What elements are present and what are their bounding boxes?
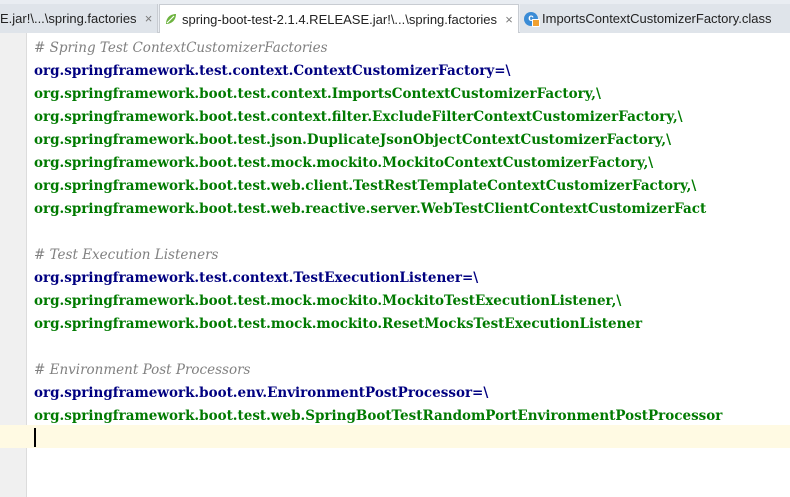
code-line[interactable]: org.springframework.boot.env.Environment… (34, 382, 722, 405)
code-line[interactable]: org.springframework.test.context.TestExe… (34, 267, 722, 290)
comment-line[interactable]: # Test Execution Listeners (34, 244, 722, 267)
code-line[interactable]: org.springframework.boot.test.context.fi… (34, 106, 722, 129)
code-line[interactable]: org.springframework.boot.test.mock.mocki… (34, 290, 722, 313)
close-icon[interactable]: × (503, 12, 515, 27)
blank-line[interactable] (34, 221, 722, 244)
spring-leaf-icon (166, 14, 176, 24)
code-line[interactable]: org.springframework.boot.test.web.reacti… (34, 198, 722, 221)
code-line[interactable]: org.springframework.boot.test.web.Spring… (34, 405, 722, 428)
code-line[interactable]: org.springframework.boot.test.web.client… (34, 175, 722, 198)
tab-imports-context-customizer-factory[interactable]: c ImportsContextCustomizerFactory.class (520, 4, 790, 33)
blank-line[interactable] (34, 428, 722, 451)
code-line[interactable]: org.springframework.test.context.Context… (34, 60, 722, 83)
code-line[interactable]: org.springframework.boot.test.context.Im… (34, 83, 722, 106)
tab-label: E.jar!\...\spring.factories (0, 11, 137, 26)
code-line[interactable]: org.springframework.boot.test.mock.mocki… (34, 152, 722, 175)
blank-line[interactable] (34, 336, 722, 359)
tab-label: ImportsContextCustomizerFactory.class (542, 11, 772, 26)
tab-spring-factories-active[interactable]: spring-boot-test-2.1.4.RELEASE.jar!\...\… (159, 4, 519, 33)
comment-line[interactable]: # Spring Test ContextCustomizerFactories (34, 37, 722, 60)
code-line[interactable]: org.springframework.boot.test.mock.mocki… (34, 313, 722, 336)
code-line[interactable]: org.springframework.boot.test.json.Dupli… (34, 129, 722, 152)
comment-line[interactable]: # Environment Post Processors (34, 359, 722, 382)
text-caret (34, 428, 36, 447)
editor-tab-bar: E.jar!\...\spring.factories × spring-boo… (0, 0, 790, 33)
code-editor[interactable]: # Spring Test ContextCustomizerFactories… (34, 37, 722, 451)
tab-label: spring-boot-test-2.1.4.RELEASE.jar!\...\… (182, 11, 498, 27)
close-icon[interactable]: × (143, 11, 155, 26)
class-file-icon: c (524, 11, 540, 27)
tab-spring-factories-other[interactable]: E.jar!\...\spring.factories × (0, 4, 158, 33)
